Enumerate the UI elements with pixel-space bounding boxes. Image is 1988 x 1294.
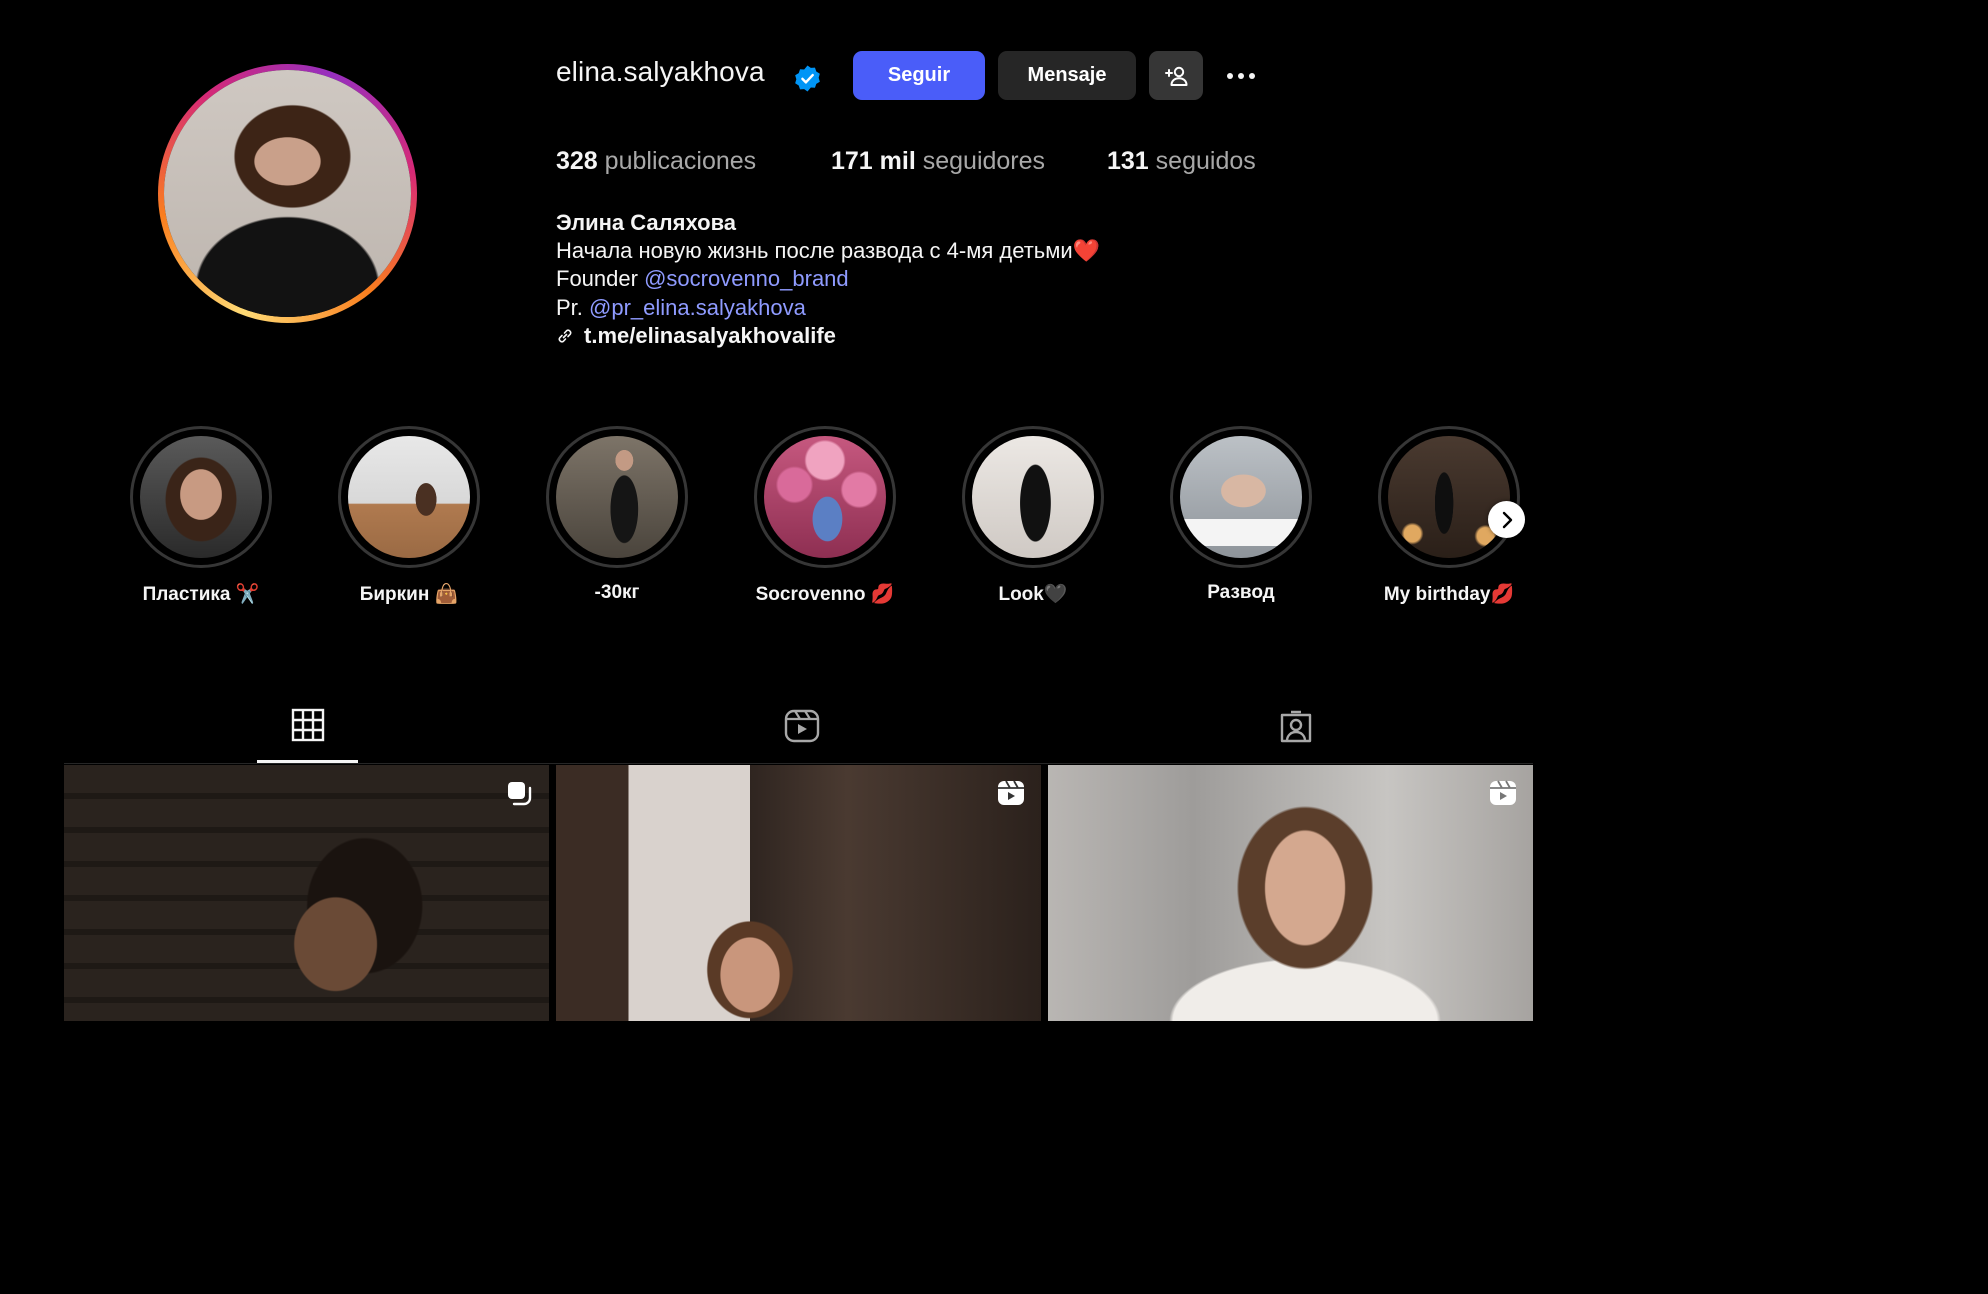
- highlight-cover: [556, 436, 678, 558]
- more-options-button[interactable]: [1218, 62, 1264, 90]
- following-count: 131: [1107, 147, 1149, 175]
- reel-icon: [998, 780, 1024, 805]
- reel-icon: [1490, 780, 1516, 805]
- follow-button[interactable]: Seguir: [853, 51, 985, 100]
- post-thumbnail[interactable]: [64, 765, 549, 1021]
- following-label: seguidos: [1155, 147, 1256, 175]
- tagged-icon: [1280, 710, 1311, 743]
- carousel-icon: [508, 782, 532, 806]
- highlight-item[interactable]: Socrovenno 💋: [740, 426, 910, 606]
- bio-pr-prefix: Pr.: [556, 295, 583, 320]
- highlight-item[interactable]: Look🖤: [948, 426, 1118, 606]
- avatar-photo: [164, 70, 411, 317]
- bio-founder-line: Founder @socrovenno_brand: [556, 266, 849, 292]
- highlight-item[interactable]: Биркин 👜: [324, 426, 494, 606]
- highlight-label: -30кг: [594, 582, 640, 603]
- highlight-label: Пластика ✂️: [142, 584, 260, 605]
- bio-pr-line: Pr. @pr_elina.salyakhova: [556, 295, 806, 321]
- highlight-cover: [348, 436, 470, 558]
- founder-mention-link[interactable]: @socrovenno_brand: [644, 266, 849, 291]
- posts-count-stat: 328 publicaciones: [556, 147, 756, 176]
- highlight-label: Look🖤: [998, 584, 1068, 605]
- highlight-item[interactable]: -30кг: [532, 426, 702, 604]
- highlight-cover: [140, 436, 262, 558]
- tab-reels[interactable]: [751, 708, 852, 764]
- followers-count: 171 mil: [831, 147, 916, 175]
- reels-icon: [784, 709, 819, 743]
- highlight-label: Socrovenno 💋: [755, 584, 895, 605]
- highlight-cover: [1388, 436, 1510, 558]
- message-button[interactable]: Mensaje: [998, 51, 1136, 100]
- bio-founder-prefix: Founder: [556, 266, 638, 291]
- bio-external-link[interactable]: t.me/elinasalyakhovalife: [556, 323, 836, 349]
- posts-label: publicaciones: [604, 147, 757, 175]
- bio-description: Начала новую жизнь после развода с 4-мя …: [556, 238, 1101, 263]
- profile-username: elina.salyakhova: [556, 56, 765, 87]
- highlight-cover: [972, 436, 1094, 558]
- posts-count: 328: [556, 147, 598, 175]
- link-icon: [558, 329, 572, 343]
- highlight-label: Биркин 👜: [359, 584, 459, 605]
- more-options-icon: [1227, 73, 1233, 79]
- profile-avatar[interactable]: [158, 64, 417, 323]
- highlight-cover: [1180, 436, 1302, 558]
- highlight-label: Развод: [1207, 582, 1275, 603]
- following-stat[interactable]: 131 seguidos: [1107, 147, 1256, 176]
- verified-badge-icon: [795, 65, 820, 92]
- bio-link-text: t.me/elinasalyakhovalife: [584, 323, 836, 348]
- add-user-icon: [1165, 66, 1188, 86]
- highlights-next-button[interactable]: [1488, 501, 1525, 538]
- suggested-users-button[interactable]: [1149, 51, 1203, 100]
- tab-tagged[interactable]: [1245, 708, 1346, 764]
- followers-label: seguidores: [922, 147, 1046, 175]
- followers-stat[interactable]: 171 mil seguidores: [831, 147, 1045, 176]
- pr-mention-link[interactable]: @pr_elina.salyakhova: [589, 295, 806, 320]
- post-thumbnail[interactable]: [1048, 765, 1533, 1021]
- tab-posts[interactable]: [257, 708, 358, 764]
- chevron-right-icon: [1502, 511, 1512, 528]
- highlight-item[interactable]: Развод: [1156, 426, 1326, 604]
- grid-icon: [291, 708, 324, 742]
- highlight-item[interactable]: Пластика ✂️: [116, 426, 286, 606]
- highlight-cover: [764, 436, 886, 558]
- bio-full-name: Элина Саляхова: [556, 210, 737, 235]
- highlight-label: My birthday💋: [1383, 584, 1515, 605]
- post-thumbnail[interactable]: [556, 765, 1041, 1021]
